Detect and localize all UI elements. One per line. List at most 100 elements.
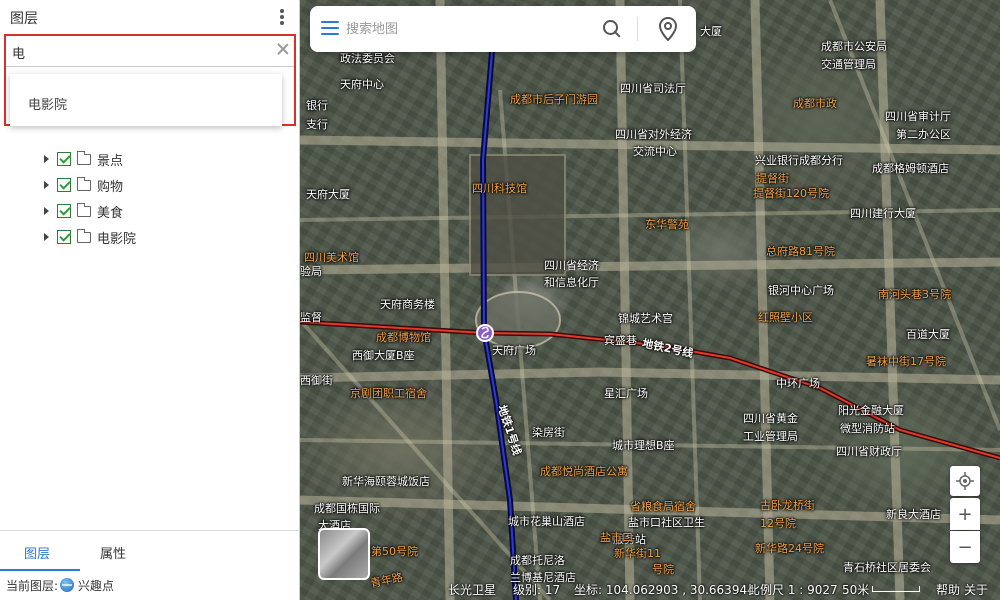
- folder-icon: [77, 150, 91, 165]
- layer-tree: 景点 购物 美食 电影院: [0, 120, 300, 250]
- folder-icon: [77, 202, 91, 217]
- map-label: 成都国栋国际: [314, 502, 380, 515]
- map-label: 西御大厦B座: [352, 349, 415, 362]
- map-label: 染房街: [532, 426, 565, 439]
- imagery-source: 长光卫星: [448, 583, 497, 597]
- location-pin-icon[interactable]: [658, 17, 678, 41]
- tree-item-label: 电影院: [97, 231, 137, 247]
- map-label: 新良大酒店: [886, 508, 941, 521]
- map-label: 四川省财政厅: [836, 445, 902, 458]
- scale-length: 50米: [842, 583, 870, 597]
- layer-checkbox[interactable]: [57, 178, 71, 192]
- map-label: 省粮食局宿舍: [630, 500, 696, 513]
- layer-search-input[interactable]: [12, 40, 272, 64]
- tab-layers[interactable]: 图层: [24, 543, 50, 562]
- map-label: 四川省黄金: [743, 412, 798, 425]
- map-label: 政法委员会: [340, 52, 395, 65]
- tree-item-label: 美食: [97, 205, 124, 221]
- map-label: 提督街: [756, 172, 789, 185]
- map-label: 和信息化厅: [544, 276, 599, 289]
- map-label: 青石桥社区居委会: [843, 561, 931, 574]
- map-label: 天府商务楼: [380, 298, 435, 311]
- satellite-map[interactable]: 政法委员会 天府中心 银行 支行 天府大厦 四川美术馆 验局 监督 西御街 成都…: [300, 0, 1000, 600]
- basemap-switcher[interactable]: [318, 528, 370, 580]
- layer-status-bar: 当前图层: 兴趣点: [0, 570, 300, 600]
- map-label: 成都悦尚酒店公寓: [540, 465, 628, 478]
- tree-item-label: 景点: [97, 153, 124, 169]
- zoom-out-button[interactable]: −: [950, 531, 980, 563]
- layer-checkbox[interactable]: [57, 230, 71, 244]
- map-label: 工业管理局: [743, 430, 798, 443]
- map-label: 四川科技馆: [472, 182, 527, 195]
- map-label: 古卧龙桥街: [760, 499, 815, 512]
- coordinates: 坐标: 104.062903 , 30.663944: [574, 583, 755, 597]
- more-vertical-icon[interactable]: [276, 7, 288, 27]
- globe-icon: [60, 578, 75, 592]
- map-label: 天府广场: [492, 344, 536, 357]
- map-label: 四川省司法厅: [620, 82, 686, 95]
- suggestion-item[interactable]: 电影院: [28, 94, 67, 113]
- current-layer-value: 兴趣点: [78, 578, 115, 593]
- caret-right-icon[interactable]: [44, 155, 49, 163]
- map-label: 总府路81号院: [766, 245, 835, 258]
- clear-icon[interactable]: [276, 42, 290, 56]
- map-label: 银河中心广场: [768, 284, 834, 297]
- menu-icon[interactable]: [321, 21, 339, 35]
- about-link[interactable]: 关于: [964, 581, 988, 598]
- map-label: 成都托尼洛: [510, 554, 565, 567]
- scale-ratio: 比例尺 1 : 9027: [748, 583, 838, 597]
- scale-bar: [872, 586, 920, 592]
- map-label: 新华街11: [614, 547, 661, 560]
- tab-properties[interactable]: 属性: [100, 543, 126, 562]
- map-label: 交通管理局: [821, 58, 876, 71]
- map-label: 天府大厦: [306, 188, 350, 201]
- map-label: 百道大厦: [906, 328, 950, 341]
- map-label: 监督: [300, 311, 322, 324]
- map-label: 红照壁小区: [758, 311, 813, 324]
- zoom-in-button[interactable]: +: [950, 498, 980, 530]
- help-link[interactable]: 帮助: [936, 581, 960, 598]
- tree-item-cinema[interactable]: 电影院: [0, 224, 300, 250]
- map-label: 成都市公安局: [821, 40, 887, 53]
- layer-checkbox[interactable]: [57, 152, 71, 166]
- map-label: 宾盛巷: [604, 334, 637, 347]
- map-label: 京剧团职工宿舍: [350, 387, 427, 400]
- map-label: 大厦: [700, 25, 722, 38]
- app-window: 图层 景点 购物 美食 电影院 电 电影院 图层 属性 当前图层: 兴趣点 政法…: [0, 0, 1000, 600]
- tree-item-food[interactable]: 美食: [0, 198, 300, 224]
- crosshair-icon: [956, 472, 974, 490]
- map-search-input[interactable]: [346, 18, 586, 40]
- map-label: 新华路24号院: [755, 542, 824, 555]
- layer-checkbox[interactable]: [57, 204, 71, 218]
- map-label: 四川建行大厦: [850, 207, 916, 220]
- map-label: 锦城艺术宫: [618, 312, 673, 325]
- search-underline: [6, 66, 294, 67]
- map-label: 盐市口社区卫生: [628, 516, 705, 529]
- map-label: 城市理想B座: [612, 439, 675, 452]
- current-layer-label: 当前图层:: [6, 578, 59, 593]
- suggestion-list: 电影院: [10, 74, 282, 126]
- map-label: 成都格姆顿酒店: [872, 162, 949, 175]
- caret-right-icon[interactable]: [44, 233, 49, 241]
- tree-item-shopping[interactable]: 购物: [0, 172, 300, 198]
- map-label: 盐市口: [600, 531, 633, 544]
- map-label: 城市花巢山酒店: [508, 515, 585, 528]
- map-label: 南河头巷3号院: [878, 288, 951, 301]
- map-search-card: [310, 6, 696, 52]
- layer-search-box: 电影院: [4, 34, 296, 126]
- map-label: 暑袜中街17号院: [866, 355, 946, 368]
- map-label: 成都市后子门游园: [510, 93, 598, 106]
- locate-button[interactable]: [950, 466, 980, 496]
- caret-right-icon[interactable]: [44, 181, 49, 189]
- tree-item-scenic[interactable]: 景点: [0, 146, 300, 172]
- map-label: 四川省对外经济: [615, 128, 692, 141]
- caret-right-icon[interactable]: [44, 207, 49, 215]
- zoom-level: 级别: 17: [513, 583, 561, 597]
- search-icon[interactable]: [602, 19, 622, 39]
- map-label: 星汇广场: [604, 387, 648, 400]
- map-label: 西御街: [300, 374, 333, 387]
- map-label: 东华警苑: [645, 218, 689, 231]
- map-label: 第二办公区: [896, 128, 951, 141]
- map-label: 中环广场: [776, 377, 820, 390]
- map-label: 微型消防站: [840, 422, 895, 435]
